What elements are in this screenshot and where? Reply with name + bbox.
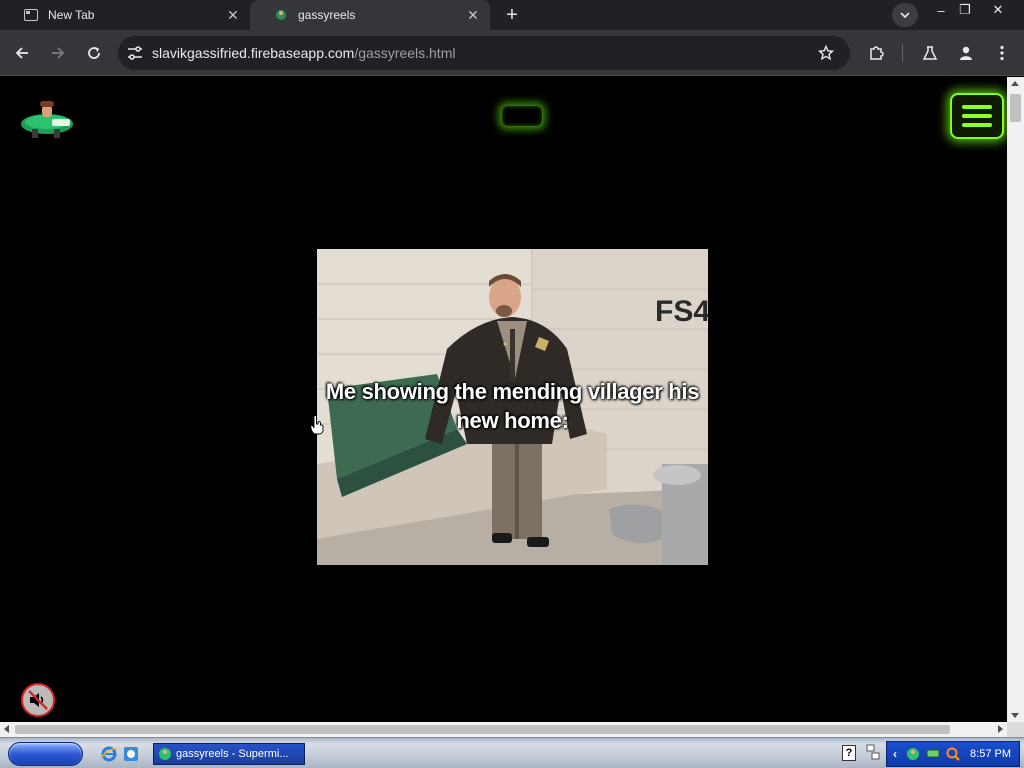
taskbar-task-gassyreels[interactable]: gassyreels - Supermi... <box>153 743 305 765</box>
profile-button[interactable] <box>952 39 980 67</box>
labs-button[interactable] <box>916 39 944 67</box>
tray-expand-icon[interactable]: ‹ <box>889 747 901 761</box>
tab-search-button[interactable] <box>892 3 918 27</box>
tab-new-tab[interactable]: New Tab ✕ <box>0 0 250 30</box>
restore-button[interactable]: ❐ <box>950 0 980 20</box>
horizontal-scrollbar[interactable] <box>0 722 1007 737</box>
profile-icon <box>960 46 972 60</box>
tab-close-icon[interactable]: ✕ <box>224 6 242 24</box>
chevron-down-icon <box>900 12 910 18</box>
reload-icon <box>88 47 100 59</box>
internet-explorer-icon[interactable] <box>100 745 118 763</box>
scroll-left-arrow-icon[interactable] <box>4 725 9 733</box>
center-glow-button[interactable] <box>501 105 543 127</box>
site-logo[interactable] <box>18 97 76 141</box>
system-tray: ‹ 8:57 PM <box>886 741 1020 767</box>
quick-launch-app-icon[interactable] <box>122 745 140 763</box>
menu-bar-2 <box>962 114 992 118</box>
tab-close-icon[interactable]: ✕ <box>464 6 482 24</box>
new-tab-button[interactable]: + <box>500 4 524 26</box>
menu-bar-3 <box>962 123 992 127</box>
back-button[interactable] <box>8 39 36 67</box>
close-window-button[interactable]: ✕ <box>983 0 1013 20</box>
reel-video[interactable]: FS4 Me showing the mending villager his … <box>317 249 708 565</box>
tab-label: New Tab <box>48 8 95 22</box>
bookmark-star-icon[interactable] <box>816 43 836 63</box>
tab-gassyreels[interactable]: gassyreels ✕ <box>250 0 490 30</box>
scroll-right-arrow-icon[interactable] <box>998 725 1003 733</box>
arrow-right-icon <box>52 47 65 59</box>
puzzle-icon <box>870 46 884 60</box>
browser-tabstrip: New Tab ✕ gassyreels ✕ + – ❐ ✕ <box>0 0 1024 30</box>
flask-icon <box>922 46 938 60</box>
video-caption: Me showing the mending villager his new … <box>325 379 700 433</box>
tray-search-icon[interactable] <box>945 746 961 762</box>
address-bar[interactable]: slavikgassifried.firebaseapp.com/gassyre… <box>118 36 850 70</box>
forward-button[interactable] <box>44 39 72 67</box>
hand-cursor-icon <box>310 415 324 435</box>
start-button[interactable] <box>8 742 83 766</box>
page-viewport: FS4 Me showing the mending villager his … <box>0 77 1007 722</box>
reload-button[interactable] <box>80 39 108 67</box>
browser-menu-button[interactable] <box>988 39 1016 67</box>
speaker-muted-icon <box>28 690 48 710</box>
help-icon[interactable]: ? <box>842 745 856 761</box>
cell-number-label: FS4 <box>655 295 708 328</box>
site-favicon <box>274 8 288 22</box>
mute-toggle-button[interactable] <box>21 683 55 717</box>
site-favicon <box>159 748 171 760</box>
scroll-down-arrow-icon[interactable] <box>1011 713 1019 718</box>
url-path: /gassyreels.html <box>354 45 456 61</box>
tray-app-icon[interactable] <box>905 746 921 762</box>
new-tab-icon <box>24 8 38 22</box>
clock[interactable]: 8:57 PM <box>970 748 1011 760</box>
tray-network-icon[interactable] <box>925 746 941 762</box>
toolbar-separator <box>902 44 903 62</box>
horizontal-scroll-thumb[interactable] <box>15 725 950 734</box>
kebab-menu-icon <box>1000 45 1004 61</box>
tab-label: gassyreels <box>298 8 356 22</box>
address-url: slavikgassifried.firebaseapp.com/gassyre… <box>152 45 455 61</box>
url-host: slavikgassifried.firebaseapp.com <box>152 45 355 61</box>
site-menu-button[interactable] <box>950 93 1004 139</box>
menu-bar-1 <box>962 105 992 109</box>
vertical-scroll-thumb[interactable] <box>1010 94 1021 122</box>
taskbar-task-label: gassyreels - Supermi... <box>176 748 289 760</box>
scrollbar-corner <box>1007 722 1024 737</box>
network-icon[interactable] <box>866 743 880 763</box>
vertical-scrollbar[interactable] <box>1007 77 1024 722</box>
scroll-up-arrow-icon[interactable] <box>1011 81 1019 86</box>
os-taskbar: gassyreels - Supermi... ? ‹ 8:57 PM <box>0 737 1024 768</box>
arrow-left-icon <box>15 47 28 59</box>
browser-toolbar: slavikgassifried.firebaseapp.com/gassyre… <box>0 30 1024 76</box>
extensions-button[interactable] <box>862 39 890 67</box>
site-info-icon[interactable] <box>126 44 144 62</box>
